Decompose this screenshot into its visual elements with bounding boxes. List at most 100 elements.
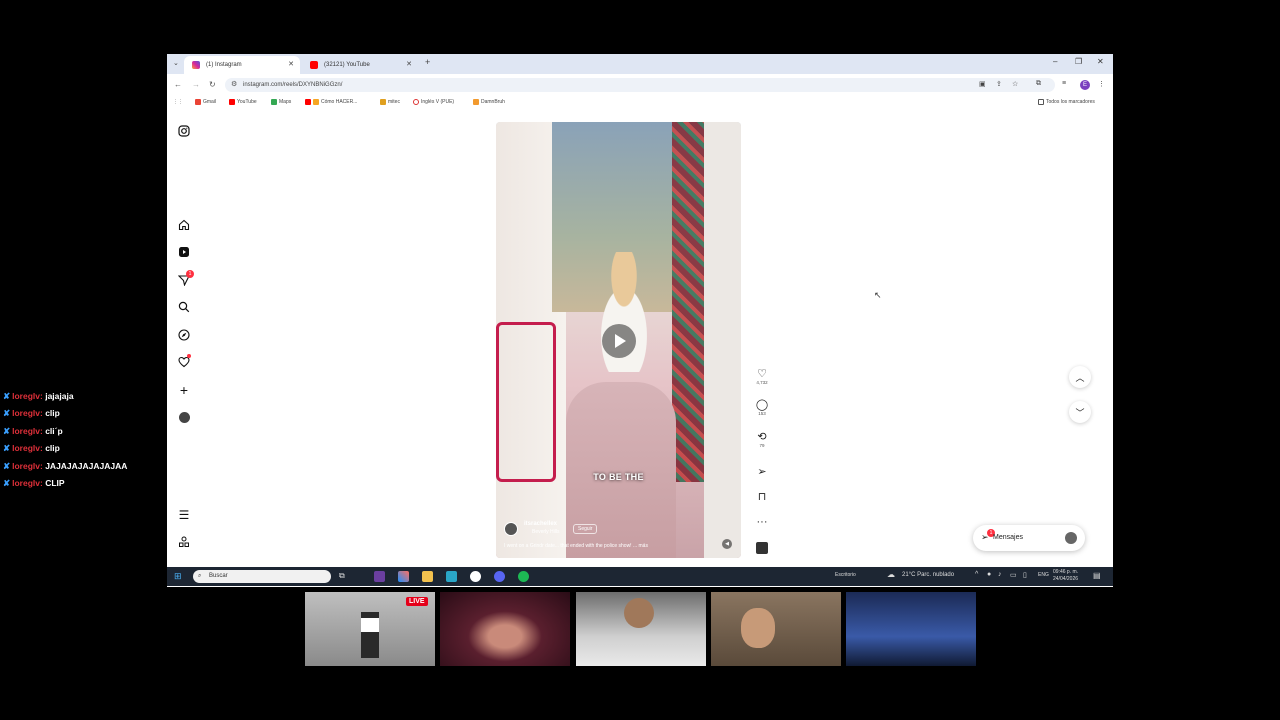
next-reel-button[interactable]: ﹀ — [1069, 401, 1091, 423]
close-tab-icon[interactable]: ✕ — [406, 60, 412, 68]
desktop-label[interactable]: Escritorio — [835, 572, 856, 578]
explore-icon[interactable] — [177, 328, 191, 342]
instagram-logo-icon[interactable] — [177, 124, 191, 138]
extensions-icon[interactable]: ⧉ — [1036, 80, 1041, 88]
forward-icon[interactable]: → — [192, 80, 200, 89]
chat-text: clip — [45, 408, 60, 418]
create-plus-icon[interactable]: + — [177, 382, 191, 398]
browser-menu-icon[interactable]: ⋮ — [1098, 80, 1105, 88]
share-icon[interactable]: ⇪ — [996, 80, 1002, 88]
repost-button[interactable]: ⟲ 79 — [753, 431, 771, 448]
taskbar-search-field[interactable]: ⌕ Buscar — [193, 570, 331, 583]
bookmark-mitec[interactable]: mitec — [380, 99, 400, 105]
bookmark-star-icon[interactable]: ☆ — [1012, 80, 1018, 88]
reload-icon[interactable]: ↻ — [209, 80, 216, 89]
tab-youtube[interactable]: (32121) YouTube ✕ — [302, 56, 418, 74]
profile-avatar[interactable]: E — [1080, 80, 1090, 90]
back-icon[interactable]: ← — [174, 80, 182, 89]
sword-icon: ✘ — [3, 443, 11, 453]
new-tab-button[interactable]: + — [425, 57, 430, 67]
apps-grid-icon[interactable]: ⋮⋮ — [173, 99, 183, 105]
install-app-icon[interactable]: ▣ — [979, 80, 986, 88]
follow-button[interactable]: Seguir — [573, 524, 598, 534]
close-tab-icon[interactable]: ✕ — [288, 60, 294, 68]
close-window-icon[interactable]: ✕ — [1097, 57, 1104, 66]
tab-instagram[interactable]: (1) Instagram ✕ — [184, 56, 300, 74]
like-count: 4,732 — [756, 380, 768, 385]
network-icon[interactable]: ▭ — [1010, 571, 1017, 579]
reel-caption[interactable]: I went on a Grindr date... that ended wi… — [504, 543, 648, 549]
more-options-button[interactable]: ··· — [753, 516, 771, 528]
bookmark-ingles[interactable]: Inglés V (PUE) — [413, 99, 454, 105]
chat-text: jajajaja — [45, 391, 74, 401]
file-explorer-icon[interactable] — [422, 571, 433, 582]
audio-button[interactable] — [753, 542, 771, 554]
chat-text: JAJAJAJAJAJAJAA — [45, 461, 128, 471]
spotify-icon[interactable] — [518, 571, 529, 582]
site-info-icon[interactable]: ⚙ — [231, 78, 237, 92]
comment-icon: ◯ — [755, 399, 769, 411]
comment-button[interactable]: ◯ 153 — [753, 399, 771, 416]
reels-icon[interactable] — [177, 245, 191, 259]
tab-bar: ⌄ (1) Instagram ✕ (32121) YouTube ✕ + – … — [167, 54, 1113, 74]
mouse-cursor-icon: ↖ — [874, 290, 882, 300]
webcam-feed — [440, 592, 570, 666]
language-indicator[interactable]: ENG — [1038, 572, 1049, 578]
media-control-icon[interactable]: ≡ — [1062, 80, 1066, 87]
bookmark-youtube[interactable]: YouTube — [229, 99, 257, 105]
author-name[interactable]: itsrachellex — [524, 521, 557, 527]
windows-taskbar: ⊞ ⌕ Buscar ⧉ Escritorio ☁ 21°C Parc. nub… — [167, 567, 1113, 586]
browser-window: ⌄ (1) Instagram ✕ (32121) YouTube ✕ + – … — [167, 54, 1113, 587]
share-button[interactable]: ➢ — [753, 466, 771, 478]
play-button[interactable] — [602, 324, 636, 358]
volume-icon[interactable]: ♪ — [998, 571, 1002, 578]
microphone-icon[interactable]: ● — [987, 571, 991, 578]
taskbar-app-icon[interactable] — [374, 571, 385, 582]
reel-video[interactable]: TO BE THE itsrachellex Beverly Hills Seg… — [496, 122, 741, 558]
messages-button[interactable]: ➢ 1 Mensajes — [973, 525, 1085, 551]
maximize-icon[interactable]: ❐ — [1075, 57, 1082, 66]
video-subtitle: TO BE THE — [593, 472, 644, 482]
windows-start-icon[interactable]: ⊞ — [174, 571, 182, 582]
notifications-heart-icon[interactable] — [177, 354, 191, 369]
weather-label[interactable]: 21°C Parc. nublado — [902, 572, 954, 578]
system-clock[interactable]: 09:46 p. m. 24/04/2026 — [1053, 569, 1078, 583]
bookmark-damnbruh[interactable]: DamnBruh — [473, 99, 505, 105]
all-bookmarks[interactable]: Todos los marcadores — [1038, 99, 1095, 105]
more-menu-icon[interactable]: ☰ — [177, 508, 191, 522]
location-label[interactable]: Beverly Hills — [532, 529, 560, 535]
task-view-icon[interactable]: ⧉ — [339, 571, 350, 582]
like-button[interactable]: ♡ 4,732 — [753, 368, 771, 385]
sword-icon: ✘ — [3, 478, 11, 488]
taskbar-app-icon[interactable] — [446, 571, 457, 582]
obs-icon[interactable] — [470, 571, 481, 582]
tray-chevron-icon[interactable]: ^ — [975, 571, 978, 578]
author-avatar[interactable] — [504, 522, 518, 536]
bookmark-label: Gmail — [203, 99, 217, 105]
chat-username: loreglv: — [12, 426, 43, 436]
profile-avatar-icon[interactable] — [177, 410, 191, 424]
bookmark-maps[interactable]: Maps — [271, 99, 291, 105]
direct-messages-icon[interactable]: 1 — [177, 270, 194, 287]
chrome-icon[interactable] — [494, 571, 505, 582]
search-icon[interactable] — [177, 300, 191, 314]
chat-text: clip — [45, 443, 60, 453]
home-icon[interactable] — [177, 218, 191, 232]
battery-icon[interactable]: ▯ — [1023, 571, 1027, 579]
sword-icon: ✘ — [3, 391, 11, 401]
url-field[interactable]: ⚙ instagram.com/reels/DXYNBNiGGzn/ — [225, 78, 1055, 92]
tab-search-icon[interactable]: ⌄ — [173, 59, 179, 67]
save-button[interactable]: ⊓ — [753, 491, 771, 503]
bookmark-como-hacer[interactable]: Cómo HACER... — [305, 99, 357, 105]
chat-message: ✘ loreglv: CLIP — [3, 478, 65, 489]
previous-reel-button[interactable]: ︿ — [1069, 366, 1091, 388]
notification-center-icon[interactable]: ▤ — [1093, 571, 1101, 580]
bookmark-label: mitec — [388, 99, 400, 105]
copilot-icon[interactable] — [398, 571, 409, 582]
bookmark-gmail[interactable]: Gmail — [195, 99, 216, 105]
bookmark-label: Inglés V (PUE) — [421, 99, 455, 105]
meta-apps-icon[interactable] — [177, 535, 191, 549]
mute-icon[interactable]: ◀ — [722, 539, 732, 549]
chat-message: ✘ loreglv: clip — [3, 443, 60, 454]
minimize-icon[interactable]: – — [1053, 57, 1057, 66]
